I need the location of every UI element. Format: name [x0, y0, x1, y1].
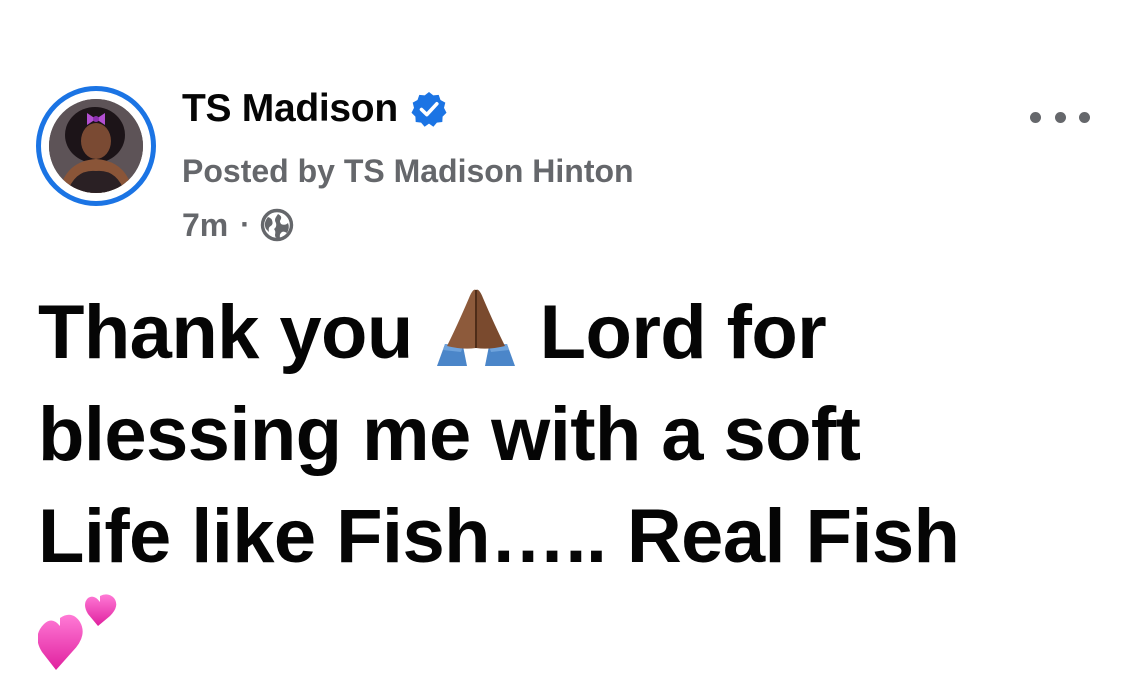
verified-badge-icon — [410, 90, 448, 128]
more-options-button[interactable] — [1030, 102, 1090, 132]
author-row: TS Madison — [182, 86, 448, 132]
post-meta: 7m · — [182, 205, 294, 245]
post-body-line: Life like Fish….. Real Fish — [38, 494, 960, 579]
post-body: Thank you Lord for blessing me with a so… — [37, 282, 1098, 690]
more-options-icon — [1079, 111, 1090, 123]
facebook-post: TS Madison Posted by TS Madison Hinton 7… — [0, 0, 1125, 670]
folded-hands-emoji — [433, 286, 519, 392]
avatar[interactable] — [49, 99, 143, 193]
post-body-line: Thank you Lord for — [38, 282, 1098, 384]
post-text-segment: Thank you — [38, 290, 413, 375]
post-text-segment: Lord for — [539, 290, 827, 375]
author-name[interactable]: TS Madison — [182, 87, 398, 131]
avatar-story-ring[interactable] — [36, 86, 156, 206]
meta-separator: · — [240, 208, 251, 241]
post-body-line — [37, 588, 1098, 690]
two-hearts-emoji — [37, 592, 122, 698]
more-options-icon — [1054, 111, 1066, 123]
more-options-icon — [1030, 111, 1041, 123]
posted-by-label[interactable]: Posted by TS Madison Hinton — [182, 153, 634, 190]
post-body-line: blessing me with a soft — [38, 392, 861, 477]
globe-icon[interactable] — [260, 208, 294, 242]
timestamp[interactable]: 7m — [182, 207, 228, 244]
